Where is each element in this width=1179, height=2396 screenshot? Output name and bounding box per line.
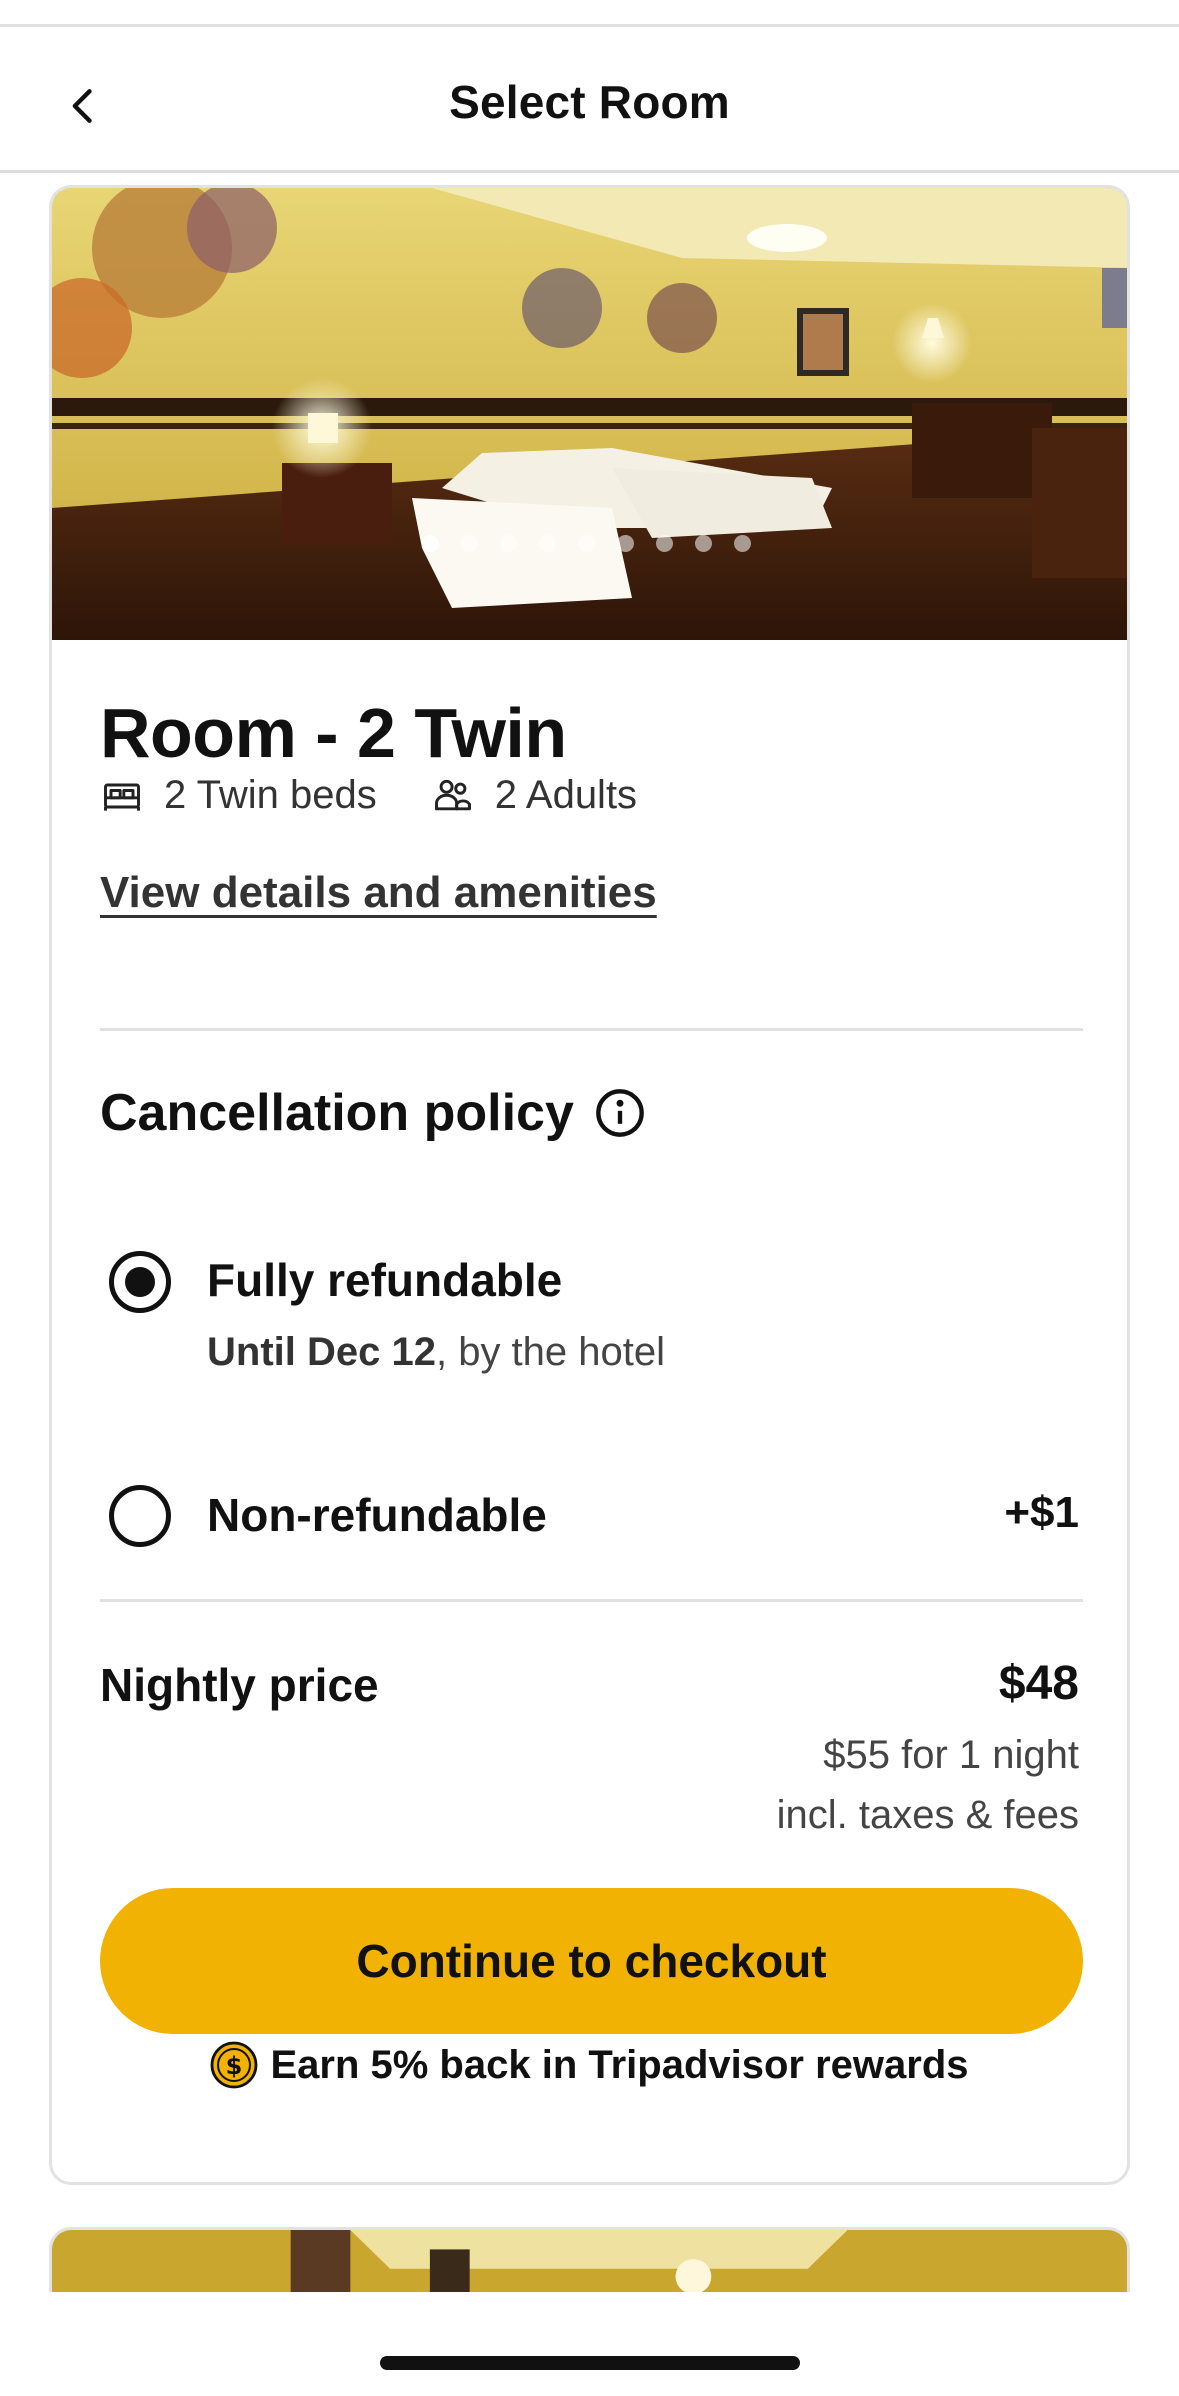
carousel-dot[interactable] (656, 535, 673, 552)
total-price: $55 for 1 night (823, 1733, 1079, 1777)
carousel-dot[interactable] (539, 535, 556, 552)
cancellation-heading: Cancellation policy (100, 1083, 646, 1143)
room-card: Room - 2 Twin 2 Twin beds 2 Adults View … (49, 185, 1130, 2185)
svg-text:$: $ (226, 2052, 243, 2080)
carousel-dots (52, 535, 1127, 552)
page-title: Select Room (449, 76, 730, 128)
people-icon (434, 779, 471, 810)
non-refundable-label[interactable]: Non-refundable (207, 1488, 547, 1542)
carousel-dot[interactable] (734, 535, 751, 552)
divider (100, 1599, 1083, 1602)
room-photo (52, 188, 1127, 640)
divider (100, 1028, 1083, 1031)
carousel-dot[interactable] (461, 535, 478, 552)
rewards-banner: $ Earn 5% back in Tripadvisor rewards (52, 2041, 1127, 2089)
cancellation-title: Cancellation policy (100, 1084, 574, 1142)
nightly-price-value: $48 (998, 1657, 1079, 1710)
bed-icon (104, 783, 140, 811)
fully-refundable-terms: Until Dec 12, by the hotel (207, 1330, 666, 1374)
non-refundable-radio[interactable] (109, 1485, 171, 1547)
rewards-text: Earn 5% back in Tripadvisor rewards (270, 2042, 969, 2087)
beds-label: 2 Twin beds (164, 773, 377, 817)
room-photo-carousel[interactable] (52, 188, 1127, 640)
status-bar (0, 0, 1179, 27)
top-bar: Select Room (0, 30, 1179, 173)
continue-to-checkout-button[interactable]: Continue to checkout (100, 1888, 1083, 2034)
carousel-dot[interactable] (617, 535, 634, 552)
home-indicator[interactable] (380, 2356, 800, 2370)
room-meta: 2 Twin beds 2 Adults (100, 773, 637, 818)
fully-refundable-radio[interactable] (109, 1251, 171, 1313)
view-details-link[interactable]: View details and amenities (100, 868, 657, 918)
carousel-dot[interactable] (578, 535, 595, 552)
non-refundable-price: +$1 (1004, 1488, 1079, 1537)
nightly-price-label: Nightly price (100, 1659, 379, 1711)
carousel-dot[interactable] (695, 535, 712, 552)
guests-label: 2 Adults (494, 773, 638, 817)
info-icon[interactable] (594, 1087, 646, 1139)
room-title: Room - 2 Twin (100, 694, 567, 772)
dollar-coin-icon: $ (211, 2041, 258, 2089)
carousel-dot[interactable] (500, 535, 517, 552)
fully-refundable-label[interactable]: Fully refundable (207, 1253, 562, 1307)
tax-note: incl. taxes & fees (776, 1793, 1079, 1837)
carousel-dot[interactable] (422, 535, 439, 552)
bottom-safe-area (0, 2292, 1179, 2396)
